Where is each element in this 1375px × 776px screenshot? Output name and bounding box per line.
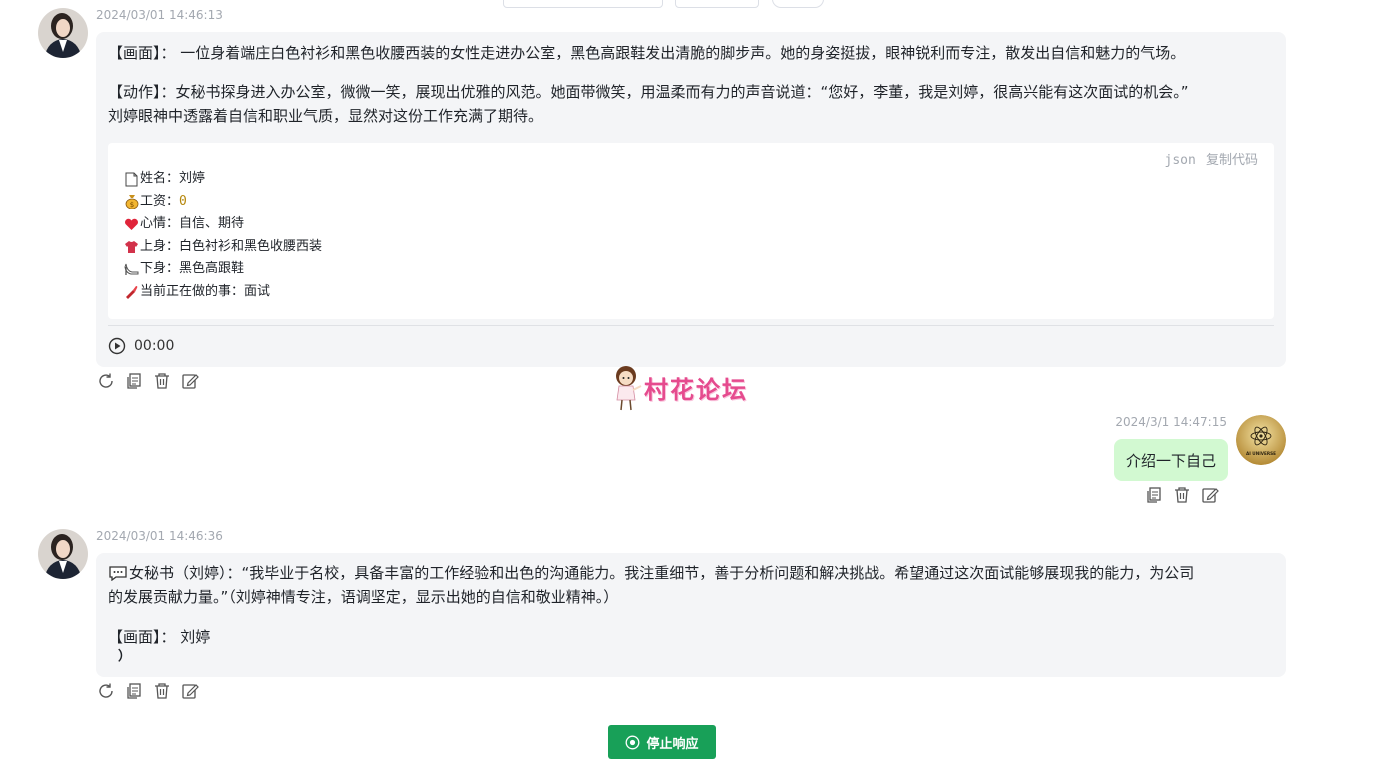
code-line: 当前正在做的事：面试 <box>124 281 322 304</box>
assistant-message-bubble: 女秘书（刘婷）：“我毕业于名校，具备丰富的工作经验和出色的沟通能力。我注重细节，… <box>96 553 1286 677</box>
user-message-bubble: 介绍一下自己 <box>1113 439 1228 481</box>
message-timestamp: 2024/03/01 14:46:36 <box>96 529 223 543</box>
edit-icon[interactable] <box>181 682 199 700</box>
delete-icon[interactable] <box>153 372 171 390</box>
lipstick-icon <box>124 284 139 300</box>
avatar-caption: AI UNIVERSE <box>1246 451 1276 456</box>
message-paragraph: 刘婷眼神中透露着自信和职业气质，显然对这份工作充满了期待。 <box>108 107 544 125</box>
heart-icon <box>124 217 139 232</box>
page-icon <box>124 172 139 187</box>
message-paragraph: 的发展贡献力量。”（刘婷神情专注，语调坚定，显示出她的自信和敬业精神。） <box>108 588 619 606</box>
code-header: json 复制代码 <box>1165 149 1258 168</box>
code-line: 心情：自信、期待 <box>124 213 322 236</box>
delete-icon[interactable] <box>1173 486 1191 504</box>
message-paragraph: 女秘书（刘婷）：“我毕业于名校，具备丰富的工作经验和出色的沟通能力。我注重细节，… <box>96 561 1206 585</box>
copy-icon[interactable] <box>125 682 143 700</box>
edit-icon[interactable] <box>181 372 199 390</box>
money-bag-icon: $ <box>124 194 139 210</box>
stop-response-button[interactable]: 停止响应 <box>608 725 716 759</box>
forum-watermark: 村花论坛 <box>612 362 748 412</box>
message-paragraph: ） <box>118 649 132 664</box>
play-icon[interactable] <box>108 337 126 355</box>
assistant-message-bubble: 【画面】： 一位身着端庄白色衬衫和黑色收腰西装的女性走进办公室，黑色高跟鞋发出清… <box>96 32 1286 367</box>
top-toggle[interactable] <box>772 0 824 8</box>
edit-icon[interactable] <box>1201 486 1219 504</box>
code-line: 姓名：刘婷 <box>124 168 322 191</box>
message-paragraph: 【动作】：女秘书探身进入办公室，微微一笑，展现出优雅的风范。她面带微笑，用温柔而… <box>108 83 1189 101</box>
assistant-avatar <box>38 529 88 579</box>
message-actions <box>97 372 199 390</box>
message-actions <box>97 682 199 700</box>
audio-time: 00:00 <box>134 337 175 354</box>
message-timestamp: 2024/03/01 14:46:13 <box>96 8 223 22</box>
copy-code-button[interactable]: 复制代码 <box>1206 153 1258 168</box>
message-timestamp: 2024/3/1 14:47:15 <box>1115 415 1227 429</box>
stop-button-label: 停止响应 <box>646 736 699 752</box>
speech-bubble-icon <box>108 565 128 581</box>
code-line: 上身：白色衬衫和黑色收腰西装 <box>124 236 322 259</box>
salary-value: 0 <box>179 193 187 209</box>
regenerate-icon[interactable] <box>97 372 115 390</box>
top-select-1[interactable] <box>503 0 663 8</box>
watermark-text: 村花论坛 <box>644 374 748 404</box>
shirt-icon <box>124 239 139 254</box>
stop-icon <box>625 735 640 750</box>
high-heel-icon <box>124 262 139 277</box>
regenerate-icon[interactable] <box>97 682 115 700</box>
svg-text:$: $ <box>129 201 133 209</box>
top-select-2[interactable] <box>675 0 759 8</box>
cartoon-girl-icon <box>616 366 642 411</box>
copy-icon[interactable] <box>1145 486 1163 504</box>
code-language: json <box>1164 153 1196 168</box>
assistant-avatar <box>38 8 88 58</box>
audio-player: 00:00 <box>108 325 1274 365</box>
copy-icon[interactable] <box>125 372 143 390</box>
code-block: json 复制代码 姓名：刘婷 $ 工资： 0 心情：自信、期待 上身：白色衬衫… <box>108 143 1274 319</box>
code-line: $ 工资： 0 <box>124 191 322 214</box>
message-paragraph: 【画面】： 一位身着端庄白色衬衫和黑色收腰西装的女性走进办公室，黑色高跟鞋发出清… <box>108 44 1186 62</box>
user-avatar: AI UNIVERSE <box>1236 415 1286 465</box>
delete-icon[interactable] <box>153 682 171 700</box>
code-line: 下身：黑色高跟鞋 <box>124 258 322 281</box>
message-actions <box>1145 486 1219 504</box>
message-paragraph: 【画面】： 刘婷 <box>108 628 211 646</box>
